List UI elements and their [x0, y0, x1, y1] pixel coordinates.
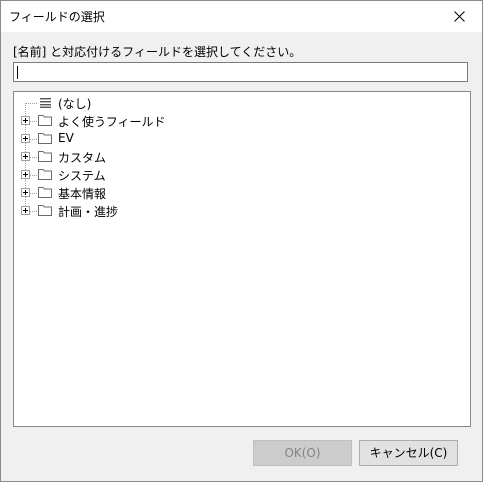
tree-item-label: 計画・進捗 [58, 205, 119, 219]
dialog-title: フィールドの選択 [9, 10, 105, 24]
tree-connector-branch [29, 139, 37, 140]
search-input[interactable] [13, 62, 468, 82]
expand-icon[interactable] [21, 134, 30, 143]
close-icon [454, 11, 465, 22]
tree-item-ev[interactable]: EV [14, 130, 314, 148]
tree-item-label: システム [58, 169, 106, 183]
close-button[interactable] [436, 1, 482, 32]
tree-connector-branch [29, 193, 37, 194]
tree-connector-branch [29, 211, 37, 212]
folder-icon [38, 115, 52, 126]
tree-item-label: カスタム [58, 151, 107, 165]
expand-icon[interactable] [21, 116, 30, 125]
ok-button[interactable]: OK(O) [253, 440, 352, 466]
expand-icon[interactable] [21, 152, 30, 161]
cancel-button[interactable]: キャンセル(C) [359, 440, 458, 466]
tree-item-custom[interactable]: カスタム [14, 148, 314, 166]
tree-item-favorites[interactable]: よく使うフィールド [14, 112, 314, 130]
folder-icon [38, 151, 52, 162]
expand-icon[interactable] [21, 206, 30, 215]
list-icon [40, 98, 51, 108]
tree-item-basic-info[interactable]: 基本情報 [14, 184, 314, 202]
tree-item-label: よく使うフィールド [58, 115, 166, 129]
folder-icon [38, 187, 52, 198]
tree-item-label: (なし) [58, 97, 92, 111]
field-select-dialog: フィールドの選択 [名前] と対応付けるフィールドを選択してください。 (なし) [0, 0, 483, 482]
folder-icon [38, 133, 52, 144]
folder-icon [38, 205, 52, 216]
expand-icon[interactable] [21, 188, 30, 197]
tree-item-label: EV [58, 131, 74, 145]
tree-item-plan-progress[interactable]: 計画・進捗 [14, 202, 314, 220]
folder-icon [38, 169, 52, 180]
instruction-label: [名前] と対応付けるフィールドを選択してください。 [13, 45, 302, 59]
tree-connector-branch [29, 175, 37, 176]
tree-connector-branch [25, 103, 37, 104]
tree-item-label: 基本情報 [58, 187, 107, 201]
field-tree[interactable]: (なし) よく使うフィールド EV カスタム システム 基本情報 計画・進捗 [13, 91, 471, 427]
title-bar: フィールドの選択 [1, 1, 482, 32]
tree-connector-branch [29, 121, 37, 122]
tree-item-system[interactable]: システム [14, 166, 314, 184]
text-caret [17, 66, 18, 79]
tree-item-none[interactable]: (なし) [14, 94, 314, 112]
tree-connector-branch [29, 157, 37, 158]
expand-icon[interactable] [21, 170, 30, 179]
